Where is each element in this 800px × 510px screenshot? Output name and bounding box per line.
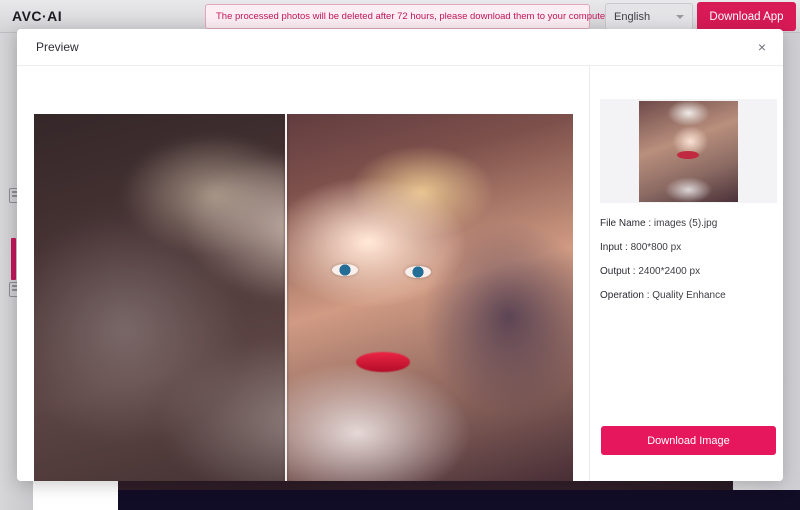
input-value: 800*800 px (630, 242, 682, 253)
meta-row-output: Output : 2400*2400 px (600, 266, 783, 277)
output-label: Output : (600, 266, 636, 277)
thumbnail-container (600, 99, 777, 203)
input-label: Input : (600, 242, 628, 253)
result-thumbnail[interactable] (639, 100, 738, 202)
language-selector-value: English (614, 10, 651, 23)
app-root: AVC·AI The processed photos will be dele… (0, 0, 800, 510)
info-pane: File Name : images (5).jpg Input : 800*8… (590, 66, 783, 481)
modal-body: Before After (17, 66, 783, 481)
language-selector[interactable]: English (605, 3, 693, 30)
meta-row-file-name: File Name : images (5).jpg (600, 218, 783, 229)
modal-header: Preview × (17, 29, 783, 66)
subject-lips (356, 352, 410, 372)
notification-banner: The processed photos will be deleted aft… (205, 4, 650, 29)
file-metadata: File Name : images (5).jpg Input : 800*8… (600, 218, 783, 314)
preview-modal: Preview × Before After (17, 29, 783, 481)
comparison-pane: Before After (17, 66, 589, 481)
download-image-button[interactable]: Download Image (601, 426, 776, 455)
meta-row-operation: Operation : Quality Enhance (600, 290, 783, 301)
output-value: 2400*2400 px (638, 266, 701, 277)
download-app-button[interactable]: Download App (697, 2, 796, 31)
file-name-value: images (5).jpg (653, 218, 718, 229)
close-icon[interactable]: × (752, 37, 772, 57)
before-after-viewer[interactable] (34, 114, 573, 481)
sidebar-active-indicator (11, 238, 16, 280)
app-logo[interactable]: AVC·AI (12, 8, 62, 24)
subject-eye-right (405, 266, 431, 278)
chevron-down-icon (676, 14, 684, 19)
modal-title: Preview (36, 40, 79, 54)
notification-banner-text: The processed photos will be deleted aft… (216, 11, 642, 22)
subject-eye-left (332, 264, 358, 276)
comparison-slider-handle[interactable] (284, 114, 287, 481)
operation-value: Quality Enhance (652, 290, 726, 301)
operation-label: Operation : (600, 290, 650, 301)
meta-row-input: Input : 800*800 px (600, 242, 783, 253)
file-name-label: File Name : (600, 218, 652, 229)
thumbnail-lips (677, 150, 699, 159)
